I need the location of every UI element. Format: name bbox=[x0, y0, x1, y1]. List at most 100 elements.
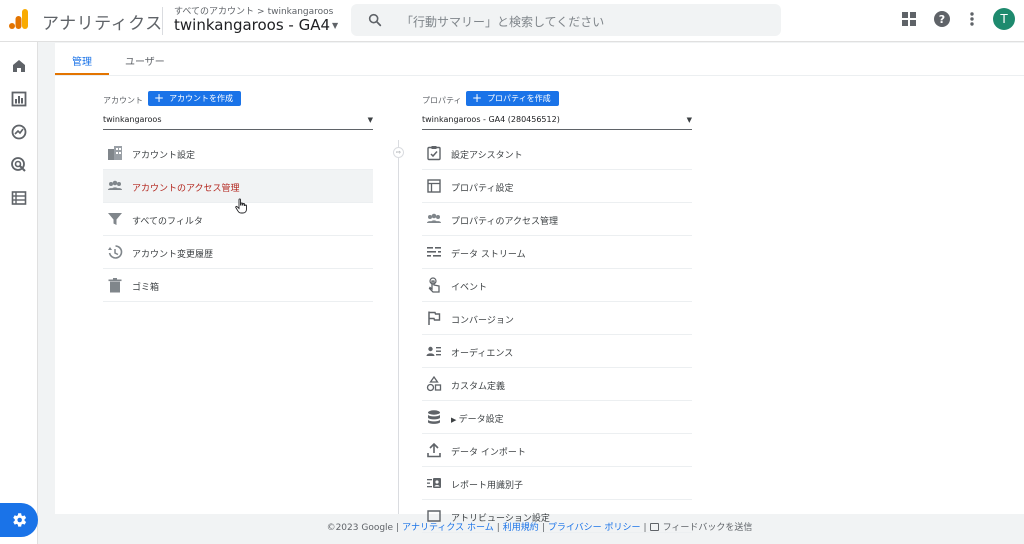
search-bar[interactable]: 「行動サマリー」と検索してください bbox=[351, 4, 781, 36]
checklist-icon bbox=[426, 145, 442, 161]
property-item-label: イベント bbox=[451, 283, 488, 293]
history-icon bbox=[107, 244, 123, 260]
property-name: twinkangaroos - GA4 bbox=[174, 16, 331, 34]
filter-icon bbox=[107, 211, 123, 227]
property-item-audience[interactable]: オーディエンス bbox=[422, 335, 692, 368]
database-icon bbox=[426, 409, 442, 425]
property-item-flag[interactable]: コンバージョン bbox=[422, 302, 692, 335]
explore-icon[interactable] bbox=[10, 123, 28, 141]
expand-arrow-icon[interactable]: ▶ bbox=[451, 416, 459, 424]
admin-gear-icon bbox=[13, 513, 27, 527]
create-account-label: アカウントを作成 bbox=[169, 94, 234, 103]
create-account-button[interactable]: + アカウントを作成 bbox=[148, 91, 242, 106]
account-item-label: アカウント設定 bbox=[132, 151, 196, 161]
reports-icon[interactable] bbox=[10, 90, 28, 108]
account-item-label: ゴミ箱 bbox=[132, 283, 160, 293]
avatar[interactable]: T bbox=[993, 8, 1015, 30]
property-item-label: コンバージョン bbox=[451, 316, 514, 326]
property-item-label: プロパティ設定 bbox=[451, 184, 514, 194]
apps-grid-icon[interactable] bbox=[900, 10, 918, 28]
people-icon bbox=[107, 178, 123, 194]
chevron-down-icon: ▼ bbox=[332, 21, 339, 30]
trash-icon bbox=[107, 277, 123, 293]
property-selector[interactable]: twinkangaroos - GA4 ▼ bbox=[174, 16, 338, 34]
top-app-bar: アナリティクス すべてのアカウント > twinkangaroos twinkang… bbox=[0, 0, 1024, 42]
account-item-trash[interactable]: ゴミ箱 bbox=[103, 269, 373, 302]
audience-icon bbox=[426, 343, 442, 359]
feedback-label: フィードバックを送信 bbox=[662, 523, 753, 533]
more-vert-icon[interactable] bbox=[963, 10, 981, 28]
property-item-label: データ インポート bbox=[451, 448, 526, 458]
advertising-icon[interactable] bbox=[10, 156, 28, 174]
tab-admin[interactable]: 管理 bbox=[72, 53, 92, 68]
tabs-divider bbox=[55, 75, 1024, 76]
header-divider bbox=[162, 7, 163, 35]
feedback-link[interactable]: フィードバックを送信 bbox=[649, 523, 753, 533]
property-item-label: カスタム定義 bbox=[451, 382, 506, 392]
data-stream-icon bbox=[426, 244, 442, 260]
property-item-identity[interactable]: レポート用識別子 bbox=[422, 467, 692, 500]
help-icon[interactable]: ? bbox=[933, 10, 951, 28]
account-item-building[interactable]: アカウント設定 bbox=[103, 137, 373, 170]
upload-icon bbox=[426, 442, 442, 458]
property-item-upload[interactable]: データ インポート bbox=[422, 434, 692, 467]
property-item-database[interactable]: ▶ データ設定 bbox=[422, 401, 692, 434]
svg-text:?: ? bbox=[939, 13, 945, 26]
admin-content: 管理 ユーザー アカウント + アカウントを作成 twinkangaroos ▼ ア… bbox=[55, 43, 1024, 533]
property-item-label: ▶ データ設定 bbox=[451, 412, 504, 425]
identity-icon bbox=[426, 475, 442, 491]
footer-link-terms[interactable]: 利用規約 bbox=[503, 523, 539, 533]
admin-button[interactable] bbox=[0, 503, 38, 537]
property-column-label: プロパティ bbox=[422, 96, 462, 105]
left-nav-rail bbox=[0, 42, 38, 544]
account-column-label: アカウント bbox=[103, 96, 143, 105]
property-item-shapes[interactable]: カスタム定義 bbox=[422, 368, 692, 401]
property-item-label: 設定アシスタント bbox=[451, 151, 523, 161]
dropdown-arrow-icon: ▼ bbox=[686, 116, 692, 124]
account-selector[interactable]: twinkangaroos ▼ bbox=[103, 112, 373, 130]
search-icon bbox=[368, 13, 382, 27]
account-selected-value: twinkangaroos bbox=[103, 115, 162, 124]
building-icon bbox=[107, 145, 123, 161]
account-item-history[interactable]: アカウント変更履歴 bbox=[103, 236, 373, 269]
footer-link-privacy[interactable]: プライバシー ポリシー bbox=[548, 523, 641, 533]
account-item-label: アカウント変更履歴 bbox=[132, 250, 214, 260]
hand-pointer-cursor-icon bbox=[235, 198, 247, 214]
flag-icon bbox=[426, 310, 442, 326]
create-property-label: プロパティを作成 bbox=[487, 94, 551, 103]
footer: ©2023 Google | アナリティクス ホーム | 利用規約 | プライバシー ポリシ… bbox=[326, 523, 753, 533]
column-arrow-icon: ⇨ bbox=[393, 147, 404, 158]
property-item-data-stream[interactable]: データ ストリーム bbox=[422, 236, 692, 269]
property-item-text: データ設定 bbox=[458, 415, 504, 425]
tab-user[interactable]: ユーザー bbox=[125, 53, 165, 68]
plus-icon: + bbox=[472, 91, 483, 105]
create-property-button[interactable]: + プロパティを作成 bbox=[466, 91, 559, 106]
footer-link-analytics-home[interactable]: アナリティクス ホーム bbox=[402, 523, 494, 533]
feedback-icon bbox=[649, 523, 659, 531]
property-item-label: プロパティのアクセス管理 bbox=[451, 217, 559, 227]
property-selector-dropdown[interactable]: twinkangaroos - GA4 (280456512) ▼ bbox=[422, 112, 692, 130]
home-icon[interactable] bbox=[10, 57, 28, 75]
analytics-logo-icon[interactable] bbox=[9, 8, 29, 30]
plus-icon: + bbox=[154, 91, 165, 105]
app-title: アナリティクス bbox=[42, 14, 163, 34]
configure-icon[interactable] bbox=[10, 189, 28, 207]
touch-icon bbox=[426, 277, 442, 293]
property-item-property-settings[interactable]: プロパティ設定 bbox=[422, 170, 692, 203]
copyright: ©2023 Google bbox=[326, 523, 394, 533]
people-icon bbox=[426, 211, 442, 227]
shapes-icon bbox=[426, 375, 442, 392]
property-item-label: オーディエンス bbox=[451, 349, 514, 359]
search-placeholder: 「行動サマリー」と検索してください bbox=[401, 15, 605, 29]
account-item-label: アカウントのアクセス管理 bbox=[132, 184, 240, 194]
property-item-label: レポート用識別子 bbox=[451, 481, 524, 491]
property-item-checklist[interactable]: 設定アシスタント bbox=[422, 137, 692, 170]
property-item-label: データ ストリーム bbox=[451, 250, 526, 260]
property-selected-value: twinkangaroos - GA4 (280456512) bbox=[422, 115, 560, 124]
column-divider bbox=[398, 140, 399, 514]
account-item-label: すべてのフィルタ bbox=[132, 217, 203, 227]
property-item-people[interactable]: プロパティのアクセス管理 bbox=[422, 203, 692, 236]
property-item-touch[interactable]: イベント bbox=[422, 269, 692, 302]
property-settings-icon bbox=[426, 178, 442, 194]
dropdown-arrow-icon: ▼ bbox=[367, 116, 373, 124]
